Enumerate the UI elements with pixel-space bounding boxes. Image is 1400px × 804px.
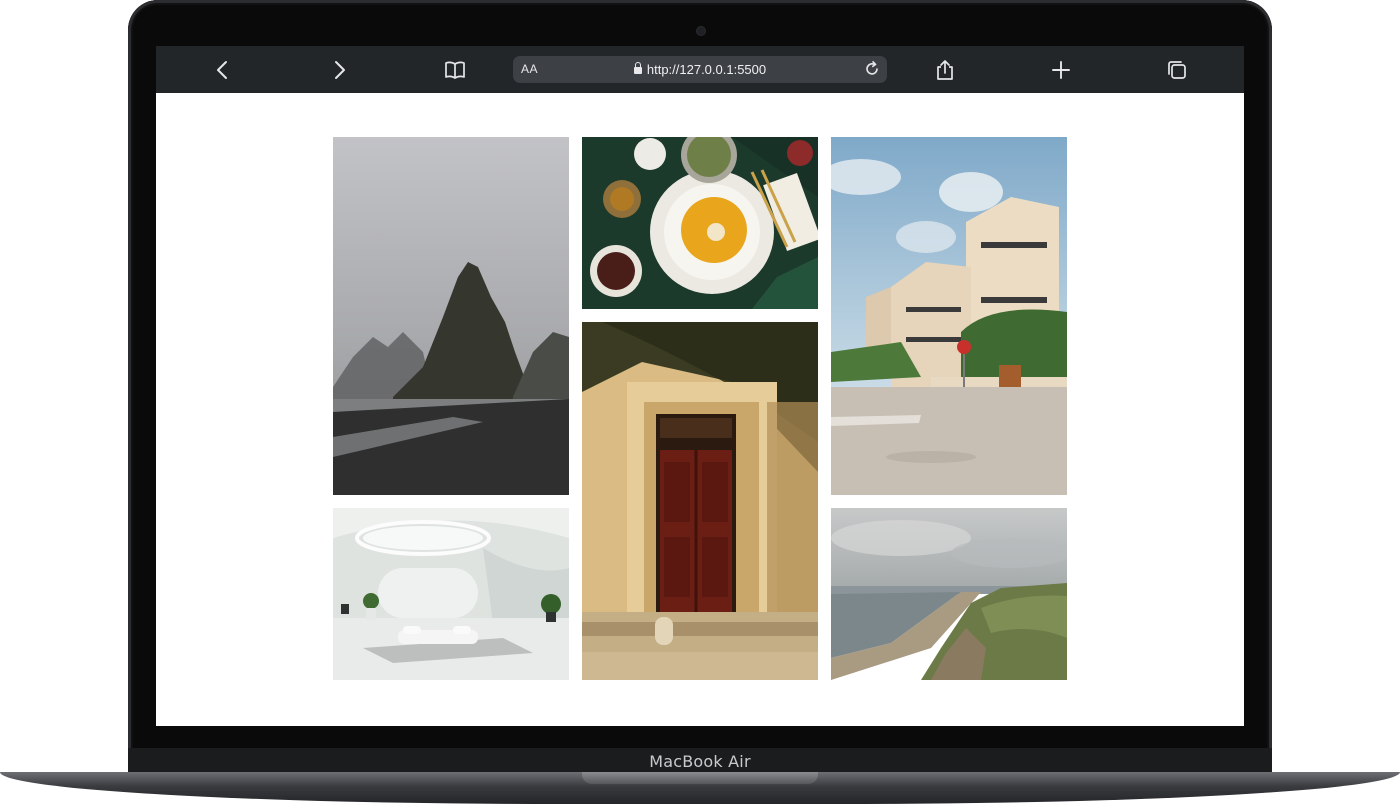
- laptop-opening-notch: [582, 772, 818, 784]
- web-page: [156, 93, 1244, 726]
- back-button[interactable]: [209, 56, 237, 84]
- browser-window: AA http://127.0.0.1:5500: [156, 46, 1244, 726]
- tabs-icon: [1168, 61, 1186, 79]
- url-text: http://127.0.0.1:5500: [646, 62, 767, 77]
- forward-button[interactable]: [325, 56, 353, 84]
- apartment-street-image: [831, 137, 1067, 495]
- book-icon: [445, 61, 465, 79]
- sea-stack-image: [333, 137, 569, 495]
- gallery-photo-interior[interactable]: [333, 508, 569, 680]
- white-interior-image: [333, 508, 569, 680]
- gallery-photo-sea-stack[interactable]: [333, 137, 569, 495]
- gallery-photo-door[interactable]: [582, 322, 818, 680]
- coastal-dunes-image: [831, 508, 1067, 680]
- camera-icon: [697, 27, 705, 35]
- bookmarks-button[interactable]: [441, 56, 469, 84]
- url-display[interactable]: http://127.0.0.1:5500: [513, 62, 887, 77]
- gallery-photo-soup[interactable]: [582, 137, 818, 309]
- gallery-photo-apartments[interactable]: [831, 137, 1067, 495]
- plus-icon: [1052, 61, 1070, 79]
- chevron-right-icon: [335, 61, 345, 79]
- reload-icon[interactable]: [863, 60, 881, 78]
- tabs-overview-button[interactable]: [1163, 56, 1191, 84]
- lock-icon: [633, 62, 642, 74]
- gallery-photo-coast[interactable]: [831, 508, 1067, 680]
- chevron-left-icon: [217, 61, 227, 79]
- laptop-mockup: AA http://127.0.0.1:5500 MacBook Air: [0, 0, 1400, 804]
- share-icon: [937, 60, 953, 80]
- new-tab-button[interactable]: [1047, 56, 1075, 84]
- browser-toolbar: AA http://127.0.0.1:5500: [156, 46, 1244, 94]
- device-label: MacBook Air: [649, 752, 751, 771]
- share-button[interactable]: [931, 56, 959, 84]
- wooden-door-image: [582, 322, 818, 680]
- address-bar[interactable]: AA http://127.0.0.1:5500: [513, 56, 887, 83]
- soup-table-image: [582, 137, 818, 309]
